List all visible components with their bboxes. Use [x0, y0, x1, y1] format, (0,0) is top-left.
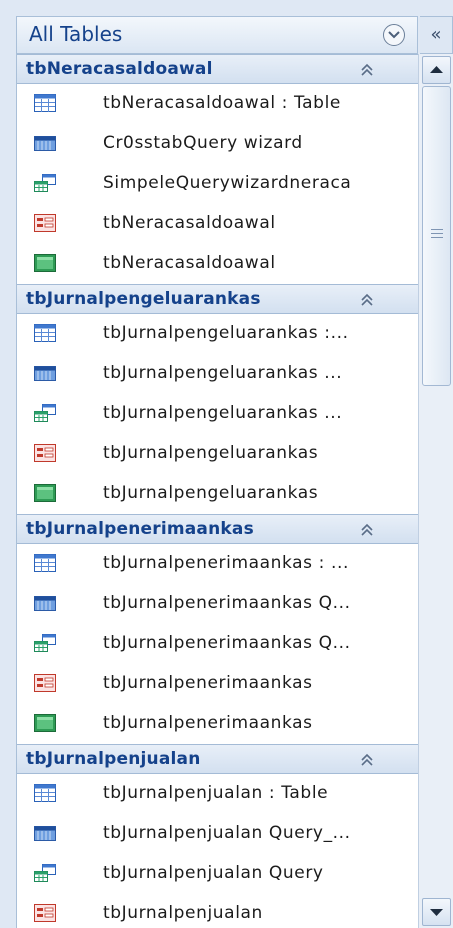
double-chevron-up-icon[interactable]	[357, 520, 377, 540]
list-item[interactable]: tbJurnalpenjualan	[17, 894, 418, 928]
vertical-scrollbar[interactable]	[418, 54, 453, 928]
select-query-icon	[34, 634, 56, 653]
list-item[interactable]: tbJurnalpenjualan : Table	[17, 774, 418, 814]
item-label: tbJurnalpenjualan	[103, 903, 263, 923]
scroll-down-button[interactable]	[422, 898, 451, 926]
triangle-down-icon	[430, 909, 443, 916]
crosstab-query-icon	[34, 594, 56, 613]
item-label: tbJurnalpenerimaankas : ...	[103, 553, 349, 573]
list-item[interactable]: tbNeracasaldoawal	[17, 204, 418, 244]
item-label: tbJurnalpenjualan : Table	[103, 783, 329, 803]
item-label: SimpeleQuerywizardneraca	[103, 173, 352, 193]
item-label: tbJurnalpenjualan Query	[103, 863, 324, 883]
scroll-thumb[interactable]	[422, 86, 451, 386]
group-header-0[interactable]: tbNeracasaldoawal	[17, 54, 418, 84]
table-icon	[34, 324, 56, 343]
list-item[interactable]: tbJurnalpenjualan Query_...	[17, 814, 418, 854]
group-title: tbJurnalpengeluarankas	[26, 289, 261, 309]
triangle-up-icon	[430, 66, 443, 73]
item-label: tbNeracasaldoawal : Table	[103, 93, 341, 113]
table-icon	[34, 554, 56, 573]
table-icon	[34, 784, 56, 803]
group-header-1[interactable]: tbJurnalpengeluarankas	[17, 284, 418, 314]
list-item[interactable]: tbJurnalpengeluarankas :...	[17, 314, 418, 354]
crosstab-query-icon	[34, 824, 56, 843]
item-label: tbJurnalpengeluarankas :...	[103, 323, 349, 343]
list-item[interactable]: tbJurnalpengeluarankas ...	[17, 394, 418, 434]
chevron-down-icon[interactable]	[383, 24, 405, 46]
list-item[interactable]: tbNeracasaldoawal : Table	[17, 84, 418, 124]
item-label: tbJurnalpenerimaankas Q...	[103, 633, 351, 653]
list-item[interactable]: tbJurnalpengeluarankas	[17, 474, 418, 514]
double-chevron-up-icon[interactable]	[357, 60, 377, 80]
report-icon	[34, 484, 56, 503]
group-title: tbJurnalpenerimaankas	[26, 519, 254, 539]
item-label: tbJurnalpengeluarankas	[103, 443, 319, 463]
pane-title: All Tables	[29, 22, 123, 46]
navigation-pane: All Tables « tbNeracasaldoawal tbNeracasa…	[0, 0, 453, 928]
item-label: tbJurnalpenerimaankas Q...	[103, 593, 351, 613]
item-label: tbNeracasaldoawal	[103, 253, 276, 273]
list-item[interactable]: tbJurnalpengeluarankas	[17, 434, 418, 474]
list-item[interactable]: tbJurnalpenerimaankas	[17, 664, 418, 704]
list-item[interactable]: tbNeracasaldoawal	[17, 244, 418, 284]
group-header-3[interactable]: tbJurnalpenjualan	[17, 744, 418, 774]
crosstab-query-icon	[34, 364, 56, 383]
item-label: tbJurnalpengeluarankas	[103, 483, 319, 503]
group-header-2[interactable]: tbJurnalpenerimaankas	[17, 514, 418, 544]
table-icon	[34, 94, 56, 113]
double-chevron-up-icon[interactable]	[357, 290, 377, 310]
form-icon	[34, 444, 56, 463]
form-icon	[34, 904, 56, 923]
select-query-icon	[34, 404, 56, 423]
scroll-up-button[interactable]	[422, 56, 451, 84]
pane-header[interactable]: All Tables	[16, 16, 418, 54]
list-item[interactable]: tbJurnalpengeluarankas ...	[17, 354, 418, 394]
crosstab-query-icon	[34, 134, 56, 153]
select-query-icon	[34, 864, 56, 883]
item-label: tbNeracasaldoawal	[103, 213, 276, 233]
select-query-icon	[34, 174, 56, 193]
group-title: tbJurnalpenjualan	[26, 749, 201, 769]
list-item[interactable]: tbJurnalpenerimaankas Q...	[17, 624, 418, 664]
list-item[interactable]: Cr0sstabQuery wizard	[17, 124, 418, 164]
list-item[interactable]: SimpeleQuerywizardneraca	[17, 164, 418, 204]
shutter-bar-collapse-button[interactable]: «	[420, 16, 453, 54]
item-label: tbJurnalpenjualan Query_...	[103, 823, 351, 843]
double-chevron-up-icon[interactable]	[357, 750, 377, 770]
item-label: tbJurnalpengeluarankas ...	[103, 363, 343, 383]
list-item[interactable]: tbJurnalpenerimaankas : ...	[17, 544, 418, 584]
double-chevron-left-icon: «	[430, 24, 442, 45]
item-label: tbJurnalpengeluarankas ...	[103, 403, 343, 423]
list-item[interactable]: tbJurnalpenerimaankas	[17, 704, 418, 744]
object-list: tbNeracasaldoawal tbNeracasaldoawal : Tab…	[16, 54, 418, 928]
group-title: tbNeracasaldoawal	[26, 59, 213, 79]
list-item[interactable]: tbJurnalpenerimaankas Q...	[17, 584, 418, 624]
item-label: tbJurnalpenerimaankas	[103, 713, 313, 733]
form-icon	[34, 214, 56, 233]
list-item[interactable]: tbJurnalpenjualan Query	[17, 854, 418, 894]
item-label: tbJurnalpenerimaankas	[103, 673, 313, 693]
form-icon	[34, 674, 56, 693]
item-label: Cr0sstabQuery wizard	[103, 133, 303, 153]
report-icon	[34, 254, 56, 273]
report-icon	[34, 714, 56, 733]
